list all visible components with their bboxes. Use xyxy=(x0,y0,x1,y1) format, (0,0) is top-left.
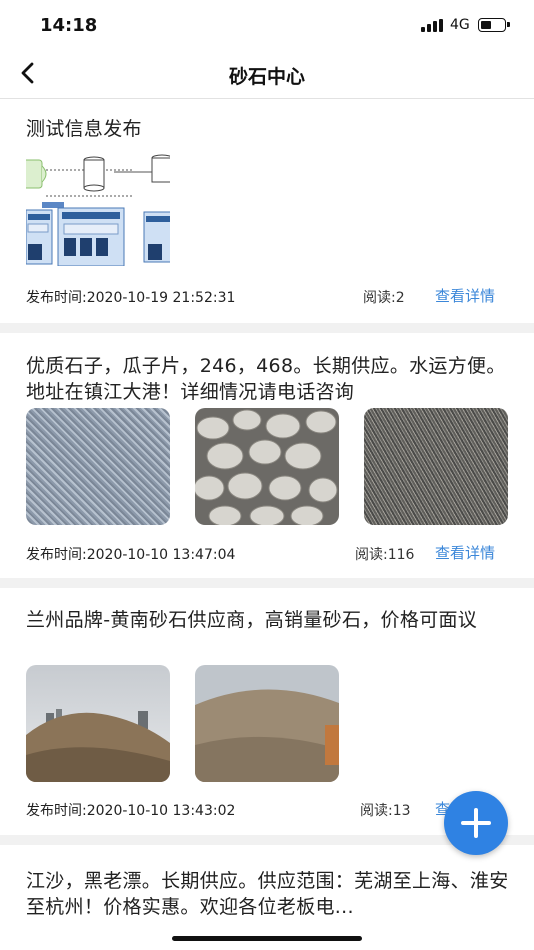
post-title: 优质石子，瓜子片，246，468。长期供应。水运方便。地址在镇江大港！详细情况请… xyxy=(26,355,506,403)
network-label: 4G xyxy=(450,17,470,33)
add-post-button[interactable] xyxy=(444,791,508,855)
status-time: 14:18 xyxy=(40,15,98,36)
view-details-link[interactable]: 查看详情 xyxy=(435,542,495,563)
post-card[interactable]: 兰州品牌-黄南砂石供应商，高销量砂石，价格可面议 发布时间:2020-10-10… xyxy=(0,588,534,835)
view-details-link[interactable]: 查看详情 xyxy=(435,285,495,306)
navigation-bar: 砂石中心 xyxy=(0,50,534,99)
read-count: 阅读:13 xyxy=(360,803,411,819)
publish-time: 发布时间:2020-10-19 21:52:31 xyxy=(26,290,236,306)
read-count: 阅读:116 xyxy=(355,547,415,563)
post-title: 兰州品牌-黄南砂石供应商，高销量砂石，价格可面议 xyxy=(26,609,478,631)
status-bar: 14:18 4G xyxy=(0,0,534,50)
post-card[interactable]: 江沙，黑老漂。长期供应。供应范围：芜湖至上海、淮安至杭州！价格实惠。欢迎各位老板… xyxy=(0,845,534,950)
post-title: 江沙，黑老漂。长期供应。供应范围：芜湖至上海、淮安至杭州！价格实惠。欢迎各位老板… xyxy=(26,870,509,918)
stones-photo[interactable] xyxy=(195,408,339,525)
publish-time: 发布时间:2020-10-10 13:43:02 xyxy=(26,803,236,819)
separator xyxy=(0,578,534,588)
gravel-dark-photo[interactable] xyxy=(364,408,508,525)
architecture-diagram-image xyxy=(26,152,170,266)
signal-icon xyxy=(421,19,445,32)
page-title: 砂石中心 xyxy=(228,66,305,88)
post-title: 测试信息发布 xyxy=(26,118,142,140)
separator xyxy=(0,323,534,333)
post-image[interactable] xyxy=(26,152,170,266)
battery-icon xyxy=(478,18,510,32)
sand-pile-photo[interactable] xyxy=(26,665,170,782)
post-card[interactable]: 优质石子，瓜子片，246，468。长期供应。水运方便。地址在镇江大港！详细情况请… xyxy=(0,333,534,578)
read-count: 阅读:2 xyxy=(363,290,405,306)
home-indicator xyxy=(172,936,362,941)
gravel-photo[interactable] xyxy=(26,408,170,525)
publish-time: 发布时间:2020-10-10 13:47:04 xyxy=(26,547,236,563)
sand-pile-photo[interactable] xyxy=(195,665,339,782)
post-card[interactable]: 测试信息发布 发布时间:2020-10-19 21:52:31 阅读:2 查看详… xyxy=(0,99,534,323)
